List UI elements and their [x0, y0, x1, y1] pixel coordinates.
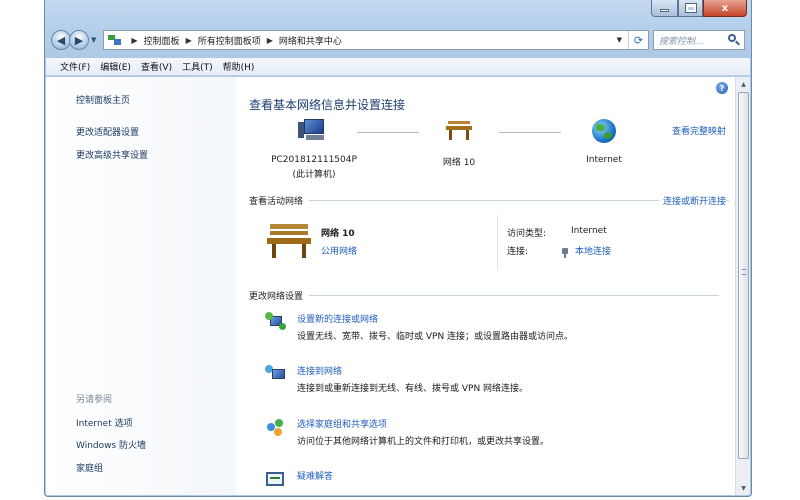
setup-connection-icon	[265, 312, 287, 332]
sidebar-item-homegroup[interactable]: 家庭组	[76, 461, 103, 474]
menu-tools[interactable]: 工具(T)	[182, 60, 213, 73]
vertical-scrollbar[interactable]: ▲ ▼	[735, 77, 750, 495]
connections-label: 连接:	[507, 247, 529, 257]
active-networks-heading: 查看活动网络	[249, 194, 730, 207]
network-node-name: 网络 10	[442, 158, 476, 168]
scroll-thumb[interactable]	[738, 92, 749, 459]
map-connector-line	[357, 132, 419, 133]
sidebar-item-internet-options[interactable]: Internet 选项	[76, 416, 133, 429]
access-type-value: Internet	[571, 226, 607, 236]
breadcrumb-chevron-icon[interactable]: ▶	[186, 36, 192, 45]
computer-sublabel: (此计算机)	[292, 170, 336, 180]
menu-view[interactable]: 查看(V)	[141, 60, 172, 73]
refresh-button[interactable]: ⟳	[628, 31, 648, 49]
ethernet-plug-icon	[562, 248, 568, 258]
maximize-button[interactable]	[678, 0, 703, 17]
setup-connection-link[interactable]: 设置新的连接或网络	[297, 312, 378, 325]
refresh-icon: ⟳	[633, 33, 644, 47]
close-button[interactable]: x	[703, 0, 747, 17]
active-network-panel: 网络 10 公用网络 访问类型: Internet 连接: 本地连接	[249, 210, 719, 270]
map-connector-line	[499, 132, 561, 133]
change-settings-heading: 更改网络设置	[249, 289, 720, 302]
setup-connection-desc: 设置无线、宽带、拨号、临时或 VPN 连接；或设置路由器或访问点。	[297, 332, 574, 342]
minimize-button[interactable]	[651, 0, 678, 17]
menu-file[interactable]: 文件(F)	[60, 60, 90, 73]
page-title: 查看基本网络信息并设置连接	[249, 98, 406, 112]
homegroup-sharing-desc: 访问位于其他网络计算机上的文件和打印机，或更改共享设置。	[297, 437, 550, 447]
address-bar[interactable]: ▶ 控制面板 ▶ 所有控制面板项 ▶ 网络和共享中心 ▼ ⟳	[103, 30, 649, 50]
globe-icon	[592, 119, 616, 143]
scroll-down-arrow-icon[interactable]: ▼	[736, 481, 751, 495]
forward-arrow-icon: ▶	[74, 33, 84, 47]
breadcrumb-chevron-icon[interactable]: ▶	[131, 36, 137, 45]
map-node-internet[interactable]: Internet	[569, 119, 639, 165]
breadcrumb-all-items[interactable]: 所有控制面板项	[198, 34, 261, 47]
search-placeholder: 搜索控制...	[659, 36, 704, 47]
computer-icon	[298, 119, 330, 143]
network-type-link[interactable]: 公用网络	[321, 244, 357, 257]
network-sharing-center-window: x ◀ ▶ ▼ ▶ 控制面板 ▶ 所有控制面板项 ▶ 网络和共享中心 ▼ ⟳ 搜…	[44, 0, 752, 497]
back-button[interactable]: ◀	[51, 30, 71, 50]
search-icon[interactable]	[727, 33, 741, 47]
change-settings-heading-text: 更改网络设置	[249, 292, 304, 302]
control-panel-icon	[108, 34, 122, 46]
computer-name: PC201812111504P	[271, 155, 357, 165]
bench-icon	[446, 121, 472, 141]
public-network-bench-icon	[267, 224, 311, 260]
access-type-label: 访问类型:	[507, 229, 547, 239]
sidebar-item-adapter-settings[interactable]: 更改适配器设置	[76, 125, 139, 138]
section-divider	[309, 295, 720, 296]
homegroup-sharing-link[interactable]: 选择家庭组和共享选项	[297, 417, 387, 430]
connect-network-link[interactable]: 连接到网络	[297, 364, 342, 377]
connect-network-icon	[265, 364, 287, 384]
back-arrow-icon: ◀	[56, 33, 66, 47]
local-connection-link[interactable]: 本地连接	[575, 244, 611, 257]
map-node-computer[interactable]: PC201812111504P (此计算机)	[269, 119, 359, 180]
menu-edit[interactable]: 编辑(E)	[100, 60, 131, 73]
active-networks-heading-text: 查看活动网络	[249, 197, 304, 207]
troubleshoot-icon	[265, 469, 287, 489]
close-icon: x	[721, 2, 729, 14]
breadcrumb-control-panel[interactable]: 控制面板	[144, 34, 180, 47]
scroll-up-arrow-icon[interactable]: ▲	[736, 77, 751, 91]
active-network-name: 网络 10	[321, 229, 355, 239]
troubleshoot-link[interactable]: 疑难解答	[297, 469, 333, 482]
address-row: ◀ ▶ ▼ ▶ 控制面板 ▶ 所有控制面板项 ▶ 网络和共享中心 ▼ ⟳ 搜索控…	[51, 28, 745, 52]
address-dropdown-button[interactable]: ▼	[611, 36, 628, 44]
forward-button[interactable]: ▶	[69, 30, 89, 50]
breadcrumb-network-center[interactable]: 网络和共享中心	[279, 34, 342, 47]
homegroup-icon	[265, 417, 287, 437]
map-node-network[interactable]: 网络 10	[429, 121, 489, 168]
vertical-divider	[497, 215, 498, 270]
network-map: PC201812111504P (此计算机) 网络 10 Internet	[249, 117, 709, 187]
sidebar-item-control-panel-home[interactable]: 控制面板主页	[76, 93, 130, 106]
sidebar-item-windows-firewall[interactable]: Windows 防火墙	[76, 438, 146, 451]
sidebar-item-advanced-sharing[interactable]: 更改高级共享设置	[76, 148, 148, 161]
minimize-icon	[660, 9, 669, 12]
left-navigation-pane: 控制面板主页 更改适配器设置 更改高级共享设置 另请参阅 Internet 选项…	[46, 77, 236, 495]
see-also-heading: 另请参阅	[76, 395, 113, 405]
thumb-grip-icon	[742, 269, 746, 275]
main-pane: ? 查看基本网络信息并设置连接 查看完整映射 PC201812111504P (…	[249, 77, 732, 495]
recent-pages-dropdown[interactable]: ▼	[91, 36, 96, 44]
search-input[interactable]: 搜索控制...	[653, 30, 745, 50]
help-icon[interactable]: ?	[716, 82, 728, 94]
breadcrumb-chevron-icon[interactable]: ▶	[267, 36, 273, 45]
connect-network-desc: 连接到或重新连接到无线、有线、拨号或 VPN 网络连接。	[297, 384, 529, 394]
menu-bar: 文件(F) 编辑(E) 查看(V) 工具(T) 帮助(H)	[46, 58, 750, 76]
connect-disconnect-link[interactable]: 连接或断开连接	[658, 194, 726, 207]
internet-label: Internet	[586, 155, 622, 165]
maximize-icon	[684, 3, 697, 13]
content-area: 控制面板主页 更改适配器设置 更改高级共享设置 另请参阅 Internet 选项…	[46, 77, 750, 495]
caption-buttons: x	[651, 0, 747, 17]
menu-help[interactable]: 帮助(H)	[223, 60, 255, 73]
